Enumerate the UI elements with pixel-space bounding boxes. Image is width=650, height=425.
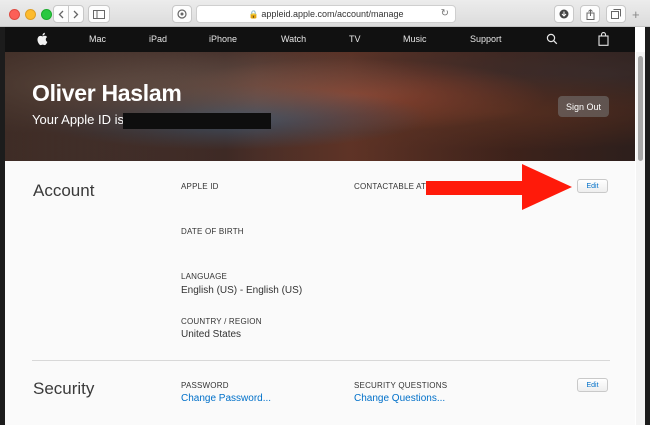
- contactable-at-label: CONTACTABLE AT: [354, 182, 427, 191]
- country-region-label: COUNTRY / REGION: [181, 317, 262, 326]
- nav-item-ipad[interactable]: iPad: [149, 34, 167, 44]
- password-label: PASSWORD: [181, 381, 229, 390]
- zoom-window-button[interactable]: [41, 9, 52, 20]
- close-window-button[interactable]: [9, 9, 20, 20]
- country-region-value: United States: [181, 329, 242, 340]
- annotation-arrow-icon: [426, 164, 572, 210]
- security-questions-label: SECURITY QUESTIONS: [354, 381, 448, 390]
- sign-out-button[interactable]: Sign Out: [558, 96, 609, 117]
- nav-item-music[interactable]: Music: [403, 34, 427, 44]
- nav-item-iphone[interactable]: iPhone: [209, 34, 237, 44]
- chevron-left-icon: [58, 10, 64, 18]
- scrollbar-thumb[interactable]: [638, 56, 643, 161]
- url-text: appleid.apple.com/account/manage: [261, 9, 404, 19]
- downloads-button[interactable]: [554, 5, 574, 23]
- change-password-link[interactable]: Change Password...: [181, 393, 271, 404]
- account-edit-button[interactable]: Edit: [577, 179, 608, 193]
- language-label: LANGUAGE: [181, 272, 228, 281]
- window-frame-right: [645, 27, 650, 425]
- privacy-report-button[interactable]: [172, 5, 192, 23]
- profile-hero-banner: Oliver Haslam Your Apple ID is Sign Out: [5, 52, 635, 161]
- plus-icon[interactable]: +: [632, 7, 640, 22]
- security-section-title: Security: [33, 379, 95, 398]
- forward-button[interactable]: [68, 5, 84, 23]
- minimize-window-button[interactable]: [25, 9, 36, 20]
- sidebar-icon: [93, 9, 105, 19]
- shield-icon: [177, 9, 187, 19]
- date-of-birth-label: DATE OF BIRTH: [181, 227, 244, 236]
- apple-global-nav: Mac iPad iPhone Watch TV Music Support: [5, 27, 635, 52]
- tabs-icon: [611, 9, 621, 19]
- address-bar[interactable]: 🔒 appleid.apple.com/account/manage ↻: [196, 5, 456, 23]
- language-value: English (US) - English (US): [181, 285, 303, 296]
- back-button[interactable]: [53, 5, 69, 23]
- sidebar-toggle-button[interactable]: [88, 5, 110, 23]
- show-tabs-button[interactable]: [606, 5, 626, 23]
- apple-id-caption: Your Apple ID is: [32, 112, 125, 127]
- lock-icon: 🔒: [248, 9, 259, 19]
- nav-item-mac[interactable]: Mac: [89, 34, 106, 44]
- account-holder-name: Oliver Haslam: [32, 80, 182, 106]
- apple-logo-icon[interactable]: [36, 32, 48, 46]
- share-icon: [586, 8, 594, 20]
- chevron-right-icon: [73, 10, 79, 18]
- share-button[interactable]: [580, 5, 600, 23]
- security-edit-button[interactable]: Edit: [577, 378, 608, 392]
- reload-icon[interactable]: ↻: [441, 8, 449, 19]
- bag-icon[interactable]: [598, 32, 609, 46]
- download-icon: [559, 9, 569, 19]
- section-divider: [32, 360, 610, 361]
- account-section-title: Account: [33, 181, 95, 200]
- redacted-email: [123, 113, 271, 129]
- change-questions-link[interactable]: Change Questions...: [354, 393, 445, 404]
- nav-item-tv[interactable]: TV: [349, 34, 361, 44]
- browser-toolbar: 🔒 appleid.apple.com/account/manage ↻ +: [0, 0, 650, 27]
- nav-item-watch[interactable]: Watch: [281, 34, 306, 44]
- nav-item-support[interactable]: Support: [470, 34, 502, 44]
- apple-id-label: APPLE ID: [181, 182, 219, 191]
- search-icon[interactable]: [546, 33, 558, 45]
